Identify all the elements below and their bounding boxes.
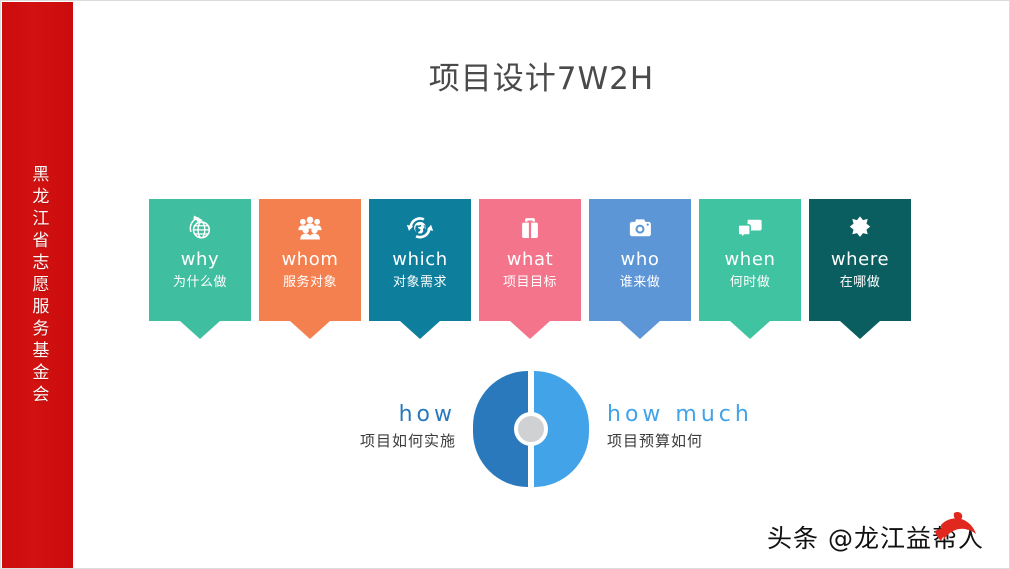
card-pointer-arrow <box>510 321 550 339</box>
organization-name: 黑龙江省志愿服务基金会 <box>28 164 49 407</box>
card-label-cn: 何时做 <box>729 275 771 290</box>
how-right-block: how much 项目预算如何 <box>607 402 847 451</box>
card-row: why 为什么做 whom 服务对象 which 对象需求 what 项目目标 who 谁来做 wh… <box>149 199 917 341</box>
organization-side-band: 黑龙江省志愿服务基金会 <box>2 2 73 568</box>
card-label-en: which <box>392 249 448 270</box>
globe-plane-icon <box>185 213 215 243</box>
pie-center-hub <box>514 412 548 446</box>
card-label-cn: 对象需求 <box>392 275 447 290</box>
card-why[interactable]: why 为什么做 <box>149 199 251 339</box>
card-body: who 谁来做 <box>589 199 691 321</box>
card-pointer-arrow <box>400 321 440 339</box>
card-pointer-arrow <box>180 321 220 339</box>
card-when[interactable]: when 何时做 <box>699 199 801 339</box>
globe-refresh-icon <box>405 213 435 243</box>
card-what[interactable]: what 项目目标 <box>479 199 581 339</box>
card-body: why 为什么做 <box>149 199 251 321</box>
card-label-en: where <box>830 249 890 270</box>
card-label-en: who <box>620 249 660 270</box>
card-body: whom 服务对象 <box>259 199 361 321</box>
camera-icon <box>625 213 655 243</box>
how-left-block: how 项目如何实施 <box>251 402 456 451</box>
page-title: 项目设计7W2H <box>428 61 655 97</box>
card-label-cn: 为什么做 <box>172 275 227 290</box>
card-label-cn: 在哪做 <box>839 275 881 290</box>
card-label-cn: 项目目标 <box>502 275 557 290</box>
card-label-en: why <box>180 249 220 270</box>
card-body: where 在哪做 <box>809 199 911 321</box>
card-where[interactable]: where 在哪做 <box>809 199 911 339</box>
how-pie-graphic <box>473 371 589 487</box>
card-pointer-arrow <box>840 321 880 339</box>
card-pointer-arrow <box>290 321 330 339</box>
bird-logo-icon <box>931 511 977 550</box>
chat-bubbles-icon <box>735 213 765 243</box>
how-right-description: 项目预算如何 <box>607 432 704 451</box>
card-who[interactable]: who 谁来做 <box>589 199 691 339</box>
card-pointer-arrow <box>620 321 660 339</box>
card-label-en: whom <box>281 249 339 270</box>
presentation-slide: 黑龙江省志愿服务基金会 项目设计7W2H why 为什么做 whom 服务对象 whic… <box>0 0 1010 569</box>
how-right-label: how much <box>607 402 753 427</box>
how-left-label: how <box>398 402 456 427</box>
card-label-en: what <box>506 249 554 270</box>
briefcase-icon <box>515 213 545 243</box>
card-which[interactable]: which 对象需求 <box>369 199 471 339</box>
card-label-cn: 服务对象 <box>282 275 337 290</box>
card-body: which 对象需求 <box>369 199 471 321</box>
card-whom[interactable]: whom 服务对象 <box>259 199 361 339</box>
how-left-description: 项目如何实施 <box>359 432 456 451</box>
people-group-icon <box>295 213 325 243</box>
burst-star-icon <box>845 213 875 243</box>
card-label-en: when <box>724 249 776 270</box>
card-label-cn: 谁来做 <box>619 275 661 290</box>
card-body: what 项目目标 <box>479 199 581 321</box>
card-pointer-arrow <box>730 321 770 339</box>
watermark: 头条 @龙江益帮人 <box>767 511 997 557</box>
card-body: when 何时做 <box>699 199 801 321</box>
